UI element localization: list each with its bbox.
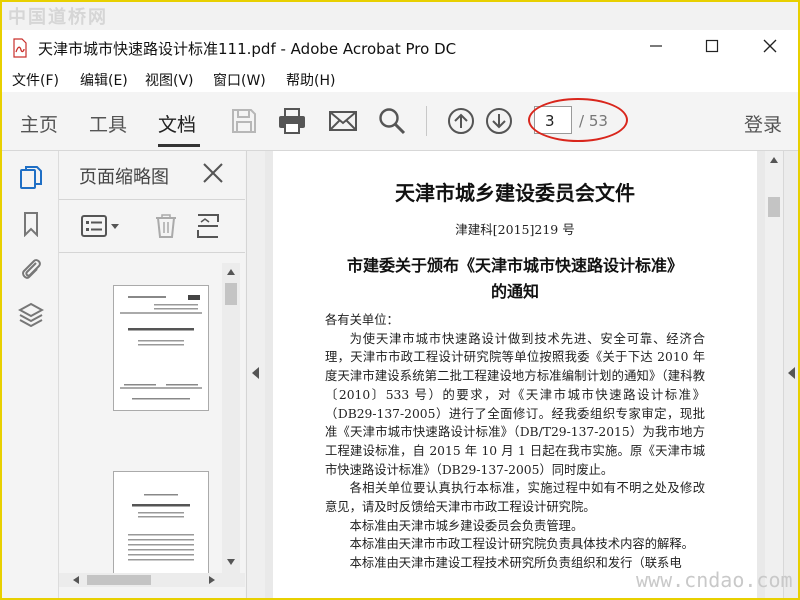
navigation-rail [2, 151, 59, 598]
thumbnail-list: 1 [59, 263, 222, 583]
minimize-icon [650, 45, 662, 47]
menu-bar: 文件(F) 编辑(E) 视图(V) 窗口(W) 帮助(H) [2, 66, 798, 92]
bookmark-icon[interactable] [18, 211, 44, 237]
maximize-button[interactable] [690, 34, 734, 62]
tab-document[interactable]: 文档 [158, 110, 196, 137]
close-panel-icon[interactable] [201, 161, 225, 185]
document-body: 各有关单位： 为使天津市城市快速路设计做到技术先进、安全可靠、经济合理，天津市市… [325, 311, 705, 573]
close-window-button[interactable] [748, 34, 792, 62]
print-icon[interactable] [277, 106, 307, 136]
document-page: 天津市城乡建设委员会文件 津建科[2015]219 号 市建委关于颁布《天津市城… [273, 151, 757, 598]
next-page-icon[interactable] [484, 106, 514, 136]
paragraph-4: 本标准由天津市市政工程设计研究院负责具体技术内容的解释。 [349, 537, 694, 552]
subject-line-1: 市建委关于颁布《天津市城市快速路设计标准》 [346, 256, 683, 275]
salutation: 各有关单位： [325, 313, 399, 327]
page-thumbnails-icon[interactable] [18, 165, 44, 191]
hscroll-thumb[interactable] [87, 575, 151, 585]
save-icon[interactable] [229, 106, 259, 136]
toolbar-separator [426, 106, 427, 136]
right-pane-handle[interactable] [783, 151, 798, 598]
thumbnail-page-1[interactable] [113, 285, 209, 411]
search-icon[interactable] [377, 106, 407, 136]
login-button[interactable]: 登录 [744, 110, 782, 137]
previous-page-icon[interactable] [446, 106, 476, 136]
paragraph-1: 为使天津市城市快速路设计做到技术先进、安全可靠、经济合理，天津市市政工程设计研究… [325, 331, 705, 477]
thumbnail-preview [128, 494, 194, 561]
watermark-bottom: www.cndao.com [636, 568, 793, 592]
thumbnail-scrollbar[interactable] [222, 263, 240, 573]
doc-scroll-up-arrow-icon[interactable] [770, 157, 778, 163]
paragraph-2: 各相关单位要认真执行本标准，实施过程中如有不明之处及修改意见，请及时反馈给天津市… [325, 481, 705, 515]
menu-file[interactable]: 文件(F) [12, 70, 59, 90]
crop-pages-icon[interactable] [195, 213, 221, 239]
scroll-down-arrow-icon[interactable] [227, 559, 235, 565]
expand-right-pane-arrow-icon[interactable] [788, 367, 795, 379]
document-heading: 天津市城乡建设委员会文件 [395, 181, 635, 205]
layers-icon[interactable] [18, 301, 44, 327]
doc-scroll-thumb[interactable] [768, 197, 780, 217]
menu-help[interactable]: 帮助(H) [286, 70, 335, 90]
toolbar: 主页 工具 文档 [2, 92, 798, 151]
options-menu-icon[interactable] [81, 214, 121, 238]
scroll-left-arrow-icon[interactable] [73, 576, 79, 584]
watermark-top: 中国道桥网 [8, 7, 108, 28]
thumbnail-page-2[interactable] [113, 471, 209, 583]
page-thumbnails-panel: 页面缩略图 [59, 151, 245, 598]
menu-window[interactable]: 窗口(W) [213, 70, 266, 90]
title-bar: 天津市城市快速路设计标准111.pdf - Adobe Acrobat Pro … [2, 30, 798, 66]
close-icon [763, 39, 777, 53]
document-scrollbar[interactable] [765, 151, 783, 598]
thumbnail-preview [120, 295, 202, 400]
panel-collapse-handle[interactable] [246, 151, 266, 598]
subject-line-2: 的通知 [490, 282, 539, 301]
mail-icon[interactable] [328, 106, 358, 136]
scroll-up-arrow-icon[interactable] [227, 269, 235, 275]
thumbnail-tools [59, 199, 245, 253]
highlight-annotation [528, 98, 628, 142]
menu-edit[interactable]: 编辑(E) [80, 70, 128, 90]
pdf-file-icon [13, 38, 27, 58]
thumbnail-hscrollbar[interactable] [59, 573, 245, 587]
active-tab-indicator [158, 144, 200, 147]
paragraph-3: 本标准由天津市城乡建设委员会负责管理。 [349, 518, 584, 533]
tab-home[interactable]: 主页 [20, 110, 58, 137]
delete-page-icon[interactable] [153, 213, 179, 239]
collapse-left-arrow-icon[interactable] [252, 367, 259, 379]
scroll-right-arrow-icon[interactable] [209, 576, 215, 584]
document-subject: 市建委关于颁布《天津市城市快速路设计标准》 的通知 [273, 253, 757, 305]
window-title: 天津市城市快速路设计标准111.pdf - Adobe Acrobat Pro … [38, 40, 457, 58]
scroll-thumb[interactable] [225, 283, 237, 305]
minimize-button[interactable] [634, 34, 678, 62]
attachment-icon[interactable] [18, 255, 44, 281]
menu-view[interactable]: 视图(V) [145, 70, 194, 90]
document-number: 津建科[2015]219 号 [455, 222, 575, 237]
app-window: 中国道桥网 天津市城市快速路设计标准111.pdf - Adobe Acroba… [0, 0, 800, 600]
tab-tools[interactable]: 工具 [89, 110, 127, 137]
document-viewer: 天津市城乡建设委员会文件 津建科[2015]219 号 市建委关于颁布《天津市城… [265, 151, 765, 598]
panel-title: 页面缩略图 [79, 167, 169, 188]
maximize-icon [705, 39, 719, 53]
